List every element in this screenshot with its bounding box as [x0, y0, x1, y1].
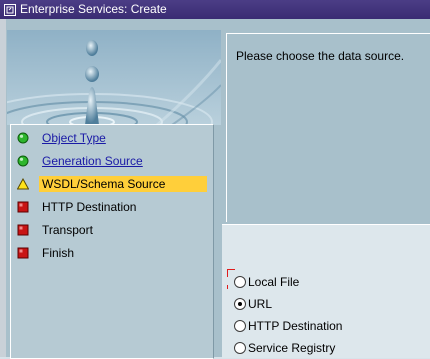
focus-indicator [227, 285, 228, 289]
step-generation-source[interactable]: Generation Source [11, 151, 213, 171]
option-label: Local File [248, 275, 300, 289]
red-square-icon [17, 247, 29, 259]
step-finish[interactable]: Finish [11, 243, 213, 263]
focus-indicator [227, 269, 235, 277]
instruction-text: Please choose the data source. [236, 49, 405, 63]
step-label[interactable]: Generation Source [39, 153, 146, 169]
window-app-icon [4, 3, 16, 16]
roadmap-panel: Object Type Generation Source WSDL/Schem… [10, 124, 214, 359]
step-label: WSDL/Schema Source [39, 176, 207, 192]
step-label[interactable]: Object Type [39, 130, 109, 146]
step-label: Finish [42, 246, 75, 260]
window-titlebar: Enterprise Services: Create [0, 0, 430, 19]
green-circle-icon [17, 155, 29, 167]
step-label: Transport [42, 223, 93, 237]
option-label: Service Registry [248, 341, 336, 355]
green-circle-icon [17, 132, 29, 144]
radio-button[interactable] [234, 342, 246, 354]
option-label: URL [248, 297, 273, 311]
step-transport[interactable]: Transport [11, 220, 213, 240]
red-square-icon [17, 224, 29, 236]
water-drop-banner [7, 30, 221, 125]
radio-button[interactable] [234, 320, 246, 332]
data-source-options: Local File URL HTTP Destination Service … [222, 224, 430, 358]
option-label: HTTP Destination [248, 319, 343, 333]
step-label: HTTP Destination [42, 200, 137, 214]
radio-button-selected[interactable] [234, 298, 246, 310]
instruction-panel: Please choose the data source. [226, 33, 430, 222]
step-http-destination[interactable]: HTTP Destination [11, 197, 213, 217]
red-square-icon [17, 201, 29, 213]
window-title: Enterprise Services: Create [20, 2, 167, 16]
radio-button[interactable] [234, 276, 246, 288]
step-wsdl-schema-source[interactable]: WSDL/Schema Source [11, 174, 213, 194]
step-object-type[interactable]: Object Type [11, 128, 213, 148]
yellow-triangle-icon [16, 177, 30, 190]
